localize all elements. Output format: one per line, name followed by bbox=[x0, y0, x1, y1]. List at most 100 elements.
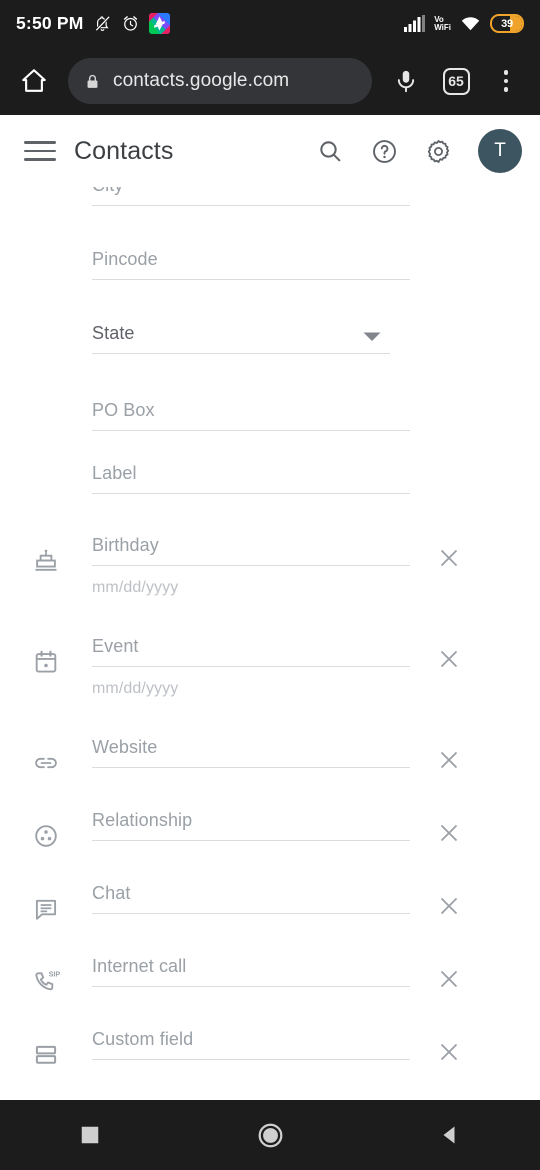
account-avatar[interactable]: T bbox=[478, 129, 522, 173]
cake-icon bbox=[0, 535, 92, 575]
field-relationship[interactable]: Relationship bbox=[92, 810, 410, 841]
back-button[interactable] bbox=[415, 1123, 485, 1147]
tab-count: 65 bbox=[442, 67, 470, 95]
recents-square-icon bbox=[81, 1126, 99, 1144]
android-status-bar: 5:50 PM Vo WiFi 39 bbox=[0, 0, 540, 47]
volte-label-bottom: WiFi bbox=[434, 22, 451, 32]
close-x-icon bbox=[440, 970, 458, 988]
field-custom-field[interactable]: Custom field bbox=[92, 1029, 410, 1060]
field-underline bbox=[92, 986, 410, 987]
home-button-nav[interactable] bbox=[235, 1122, 305, 1149]
battery-percent: 39 bbox=[501, 17, 513, 30]
close-x-icon bbox=[440, 1043, 458, 1061]
help-button[interactable] bbox=[366, 133, 402, 169]
field-hint-birthday: mm/dd/yyyy bbox=[92, 579, 179, 596]
field-state[interactable]: State bbox=[92, 323, 390, 354]
field-label-city: City bbox=[92, 187, 410, 205]
clear-event-button[interactable] bbox=[432, 642, 466, 676]
field-underline bbox=[92, 1059, 410, 1060]
field-underline bbox=[92, 279, 410, 280]
field-hint-event: mm/dd/yyyy bbox=[92, 680, 179, 697]
field-event[interactable]: Event mm/dd/yyyy bbox=[92, 636, 410, 698]
browser-toolbar: contacts.google.com 65 bbox=[0, 47, 540, 115]
field-label-state: State bbox=[92, 323, 135, 343]
status-clock: 5:50 PM bbox=[16, 13, 84, 33]
field-website[interactable]: Website bbox=[92, 737, 410, 768]
home-button[interactable] bbox=[14, 61, 54, 101]
field-po-box[interactable]: PO Box bbox=[92, 400, 410, 431]
row-icon-slot bbox=[0, 249, 92, 261]
field-label-event: Event bbox=[92, 636, 139, 656]
field-chat[interactable]: Chat bbox=[92, 883, 410, 914]
avatar-initial: T bbox=[494, 140, 506, 161]
close-x-icon bbox=[440, 824, 458, 842]
close-x-icon bbox=[440, 549, 458, 567]
form-row-label: Label bbox=[0, 463, 540, 494]
row-icon-slot bbox=[0, 323, 92, 335]
search-button[interactable] bbox=[312, 133, 348, 169]
clear-chat-button[interactable] bbox=[432, 889, 466, 923]
clear-website-button[interactable] bbox=[432, 743, 466, 777]
form-row-custom-field: Custom field bbox=[0, 1029, 540, 1069]
field-underline bbox=[92, 767, 410, 768]
field-label-chat: Chat bbox=[92, 883, 131, 903]
field-label-website: Website bbox=[92, 737, 158, 757]
form-row-city: City bbox=[0, 187, 540, 206]
signal-bars-icon bbox=[404, 15, 426, 32]
row-icon-slot bbox=[0, 463, 92, 475]
row-icon-slot bbox=[0, 400, 92, 412]
calendar-icon bbox=[0, 636, 92, 676]
tab-switcher-button[interactable]: 65 bbox=[436, 59, 476, 103]
settings-button[interactable] bbox=[420, 133, 456, 169]
form-row-website: Website bbox=[0, 737, 540, 777]
form-row-po-box: PO Box bbox=[0, 400, 540, 431]
back-triangle-icon bbox=[443, 1126, 455, 1144]
field-underline bbox=[92, 840, 410, 841]
field-label-custom-field: Custom field bbox=[92, 1029, 194, 1049]
field-pincode[interactable]: Pincode bbox=[92, 249, 410, 280]
android-nav-bar bbox=[0, 1100, 540, 1170]
url-text: contacts.google.com bbox=[113, 70, 290, 91]
field-internet-call[interactable]: Internet call bbox=[92, 956, 410, 987]
field-underline bbox=[92, 353, 390, 354]
page-title: Contacts bbox=[74, 136, 174, 165]
status-bar-left: 5:50 PM bbox=[16, 13, 170, 34]
close-x-icon bbox=[440, 751, 458, 769]
close-x-icon bbox=[440, 897, 458, 915]
clear-relationship-button[interactable] bbox=[432, 816, 466, 850]
home-circle-icon bbox=[258, 1123, 282, 1147]
clear-custom-field-button[interactable] bbox=[432, 1035, 466, 1069]
field-label-pincode: Pincode bbox=[92, 249, 158, 269]
form-row-pincode: Pincode bbox=[0, 249, 540, 280]
caret-down-icon[interactable] bbox=[362, 330, 382, 343]
form-row-internet-call: SIP Internet call bbox=[0, 956, 540, 996]
field-label-po-box: PO Box bbox=[92, 400, 155, 420]
form-row-relationship: Relationship bbox=[0, 810, 540, 850]
contact-form: City Pincode State bbox=[0, 187, 540, 1100]
form-row-birthday: Birthday mm/dd/yyyy bbox=[0, 535, 540, 597]
app-header: Contacts T bbox=[0, 115, 540, 187]
lock-icon bbox=[84, 73, 101, 90]
phone-screen: 5:50 PM Vo WiFi 39 contacts.google.com 6… bbox=[0, 0, 540, 1170]
svg-text:SIP: SIP bbox=[49, 969, 60, 978]
clear-birthday-button[interactable] bbox=[432, 541, 466, 575]
field-birthday[interactable]: Birthday mm/dd/yyyy bbox=[92, 535, 410, 597]
field-label-birthday: Birthday bbox=[92, 535, 159, 555]
overflow-menu-button[interactable] bbox=[486, 59, 526, 103]
field-city[interactable]: City bbox=[92, 187, 410, 206]
recents-button[interactable] bbox=[55, 1124, 125, 1146]
custom-field-icon bbox=[0, 1029, 92, 1069]
alarm-clock-icon bbox=[121, 14, 140, 33]
form-row-event: Event mm/dd/yyyy bbox=[0, 636, 540, 698]
hamburger-menu-button[interactable] bbox=[18, 129, 62, 173]
clear-internet-call-button[interactable] bbox=[432, 962, 466, 996]
field-underline bbox=[92, 493, 410, 494]
microphone-button[interactable] bbox=[386, 59, 426, 103]
url-bar[interactable]: contacts.google.com bbox=[68, 58, 372, 104]
field-underline bbox=[92, 913, 410, 914]
form-row-state: State bbox=[0, 323, 540, 354]
field-label-field[interactable]: Label bbox=[92, 463, 410, 494]
overflow-menu-icon bbox=[503, 70, 509, 92]
link-icon bbox=[0, 737, 92, 777]
help-icon bbox=[372, 139, 396, 163]
